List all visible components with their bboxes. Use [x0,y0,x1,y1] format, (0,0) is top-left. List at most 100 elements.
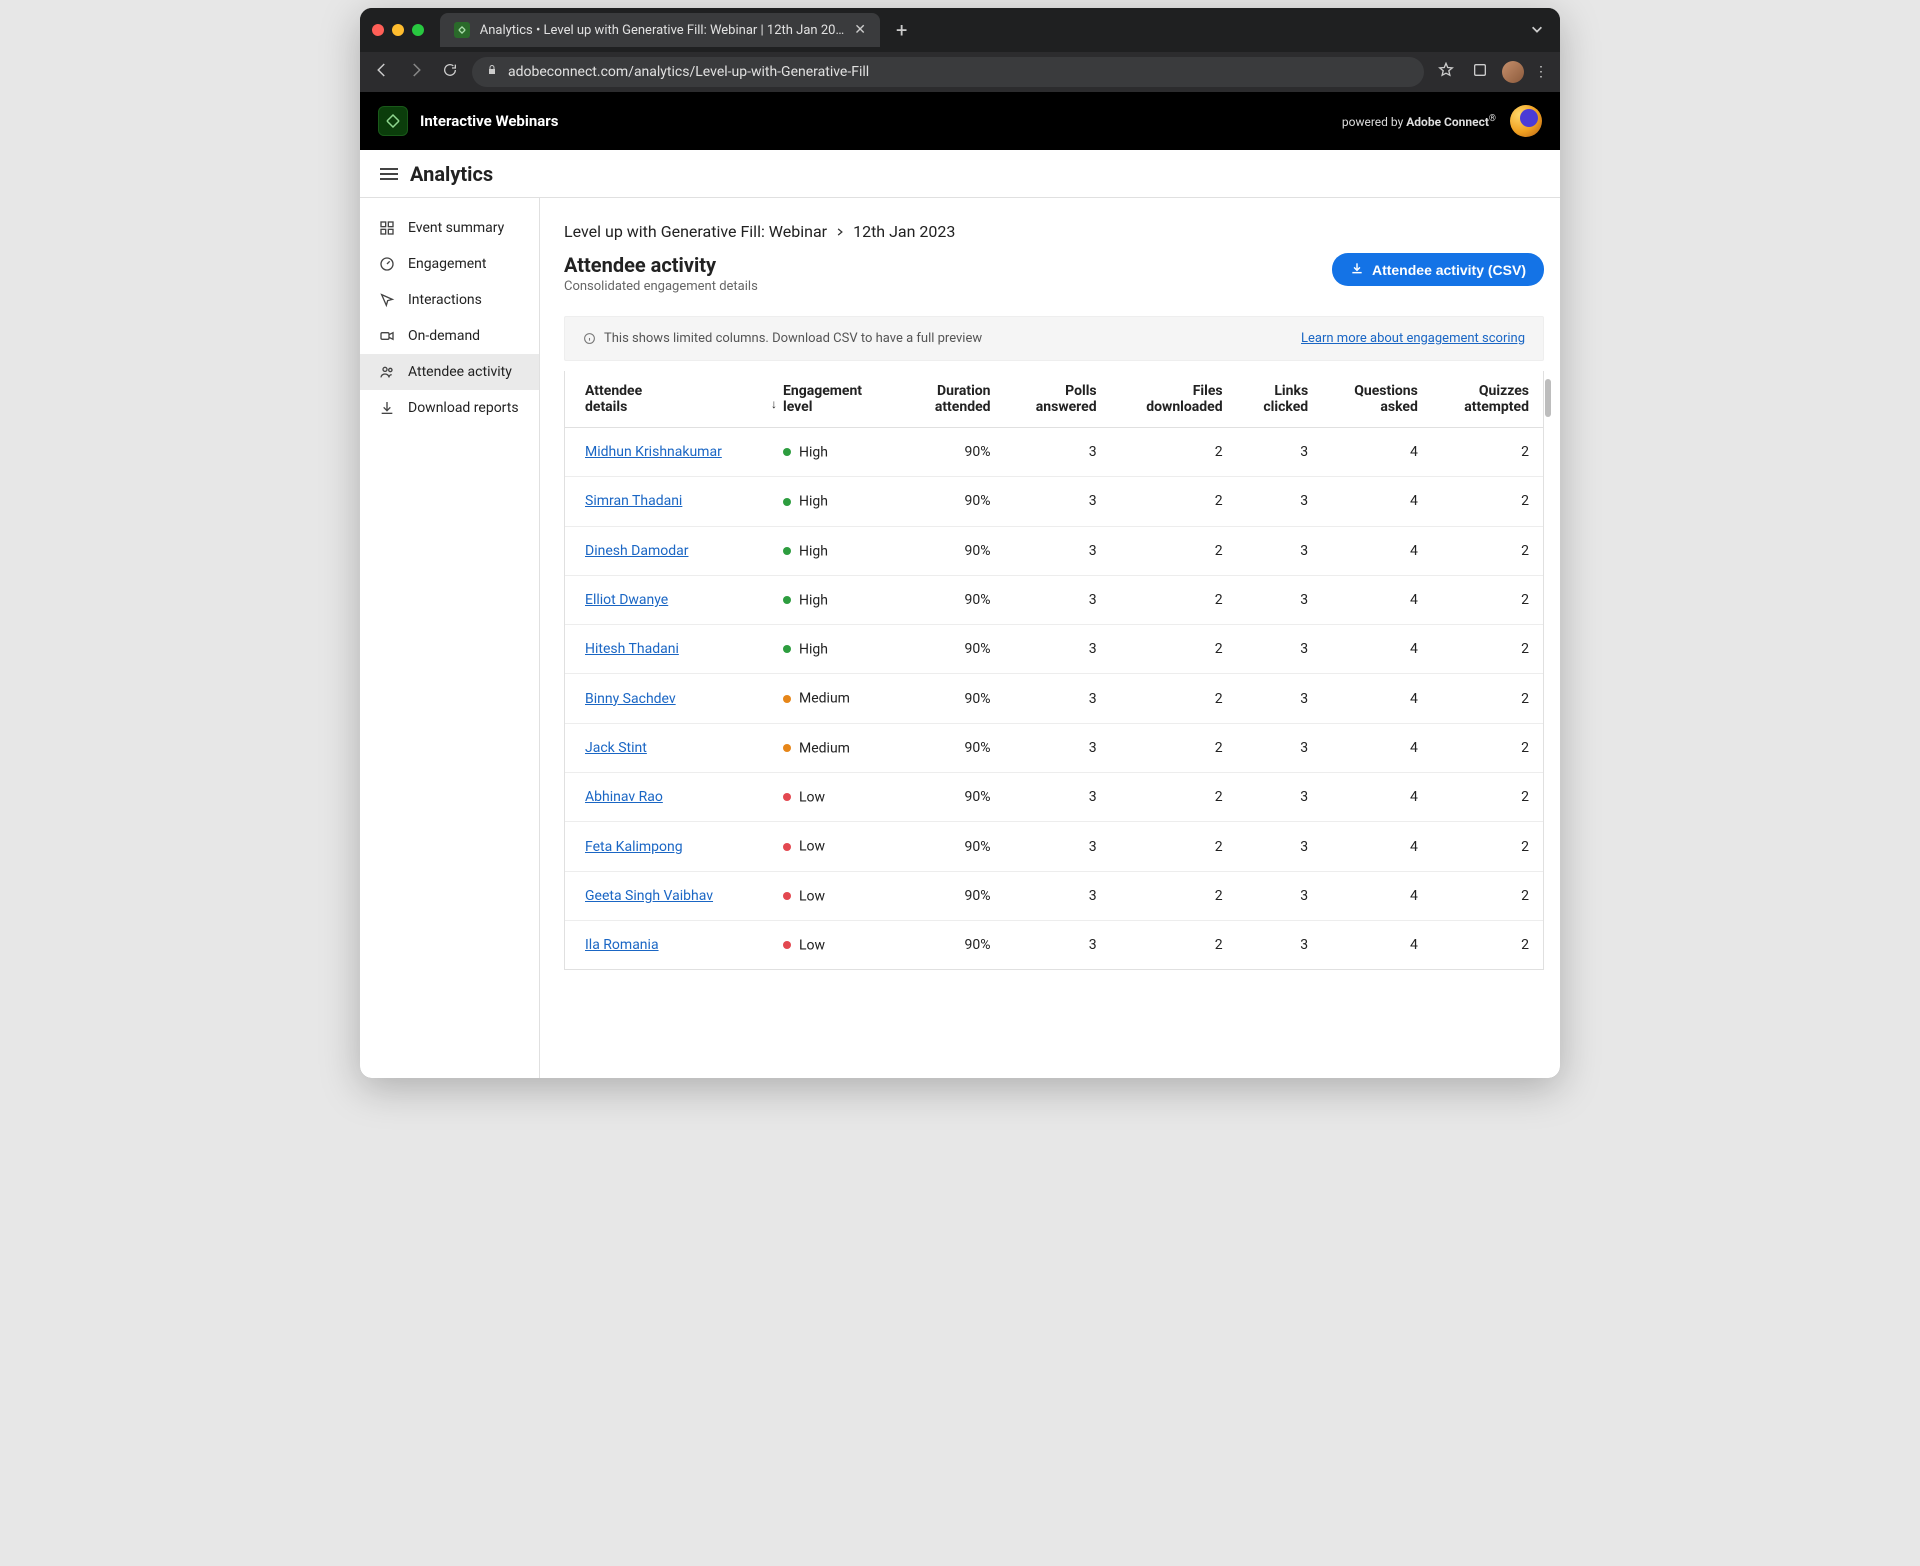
user-avatar[interactable] [1510,105,1542,137]
lock-icon [486,64,498,80]
cell-duration: 90% [905,477,1005,526]
cell-duration: 90% [905,871,1005,920]
table-row: Elliot DwanyeHigh90%32342 [565,575,1543,624]
attendee-link[interactable]: Binny Sachdev [585,691,676,707]
browser-menu-icon[interactable]: ⋮ [1534,64,1550,80]
cell-duration: 90% [905,526,1005,575]
cell-questions: 4 [1322,822,1432,871]
sidebar-item-attendee-activity[interactable]: Attendee activity [360,354,539,390]
grid-icon [378,220,396,236]
download-csv-button[interactable]: Attendee activity (CSV) [1332,253,1544,286]
table-row: Hitesh ThadaniHigh90%32342 [565,625,1543,674]
menu-toggle-icon[interactable] [380,168,398,180]
cell-files: 2 [1111,625,1237,674]
sidebar: Event summary Engagement Interactions On… [360,198,540,1078]
sidebar-item-engagement[interactable]: Engagement [360,246,539,282]
engagement-level: High [799,444,828,460]
engagement-dot-icon [783,793,791,801]
sidebar-item-event-summary[interactable]: Event summary [360,210,539,246]
banner-link[interactable]: Learn more about engagement scoring [1301,331,1525,346]
profile-avatar-icon[interactable] [1502,61,1524,83]
cell-quizzes: 2 [1432,575,1543,624]
cell-duration: 90% [905,822,1005,871]
attendee-link[interactable]: Jack Stint [585,740,647,756]
scrollbar-thumb[interactable] [1545,379,1551,417]
cell-files: 2 [1111,428,1237,477]
sidebar-item-download-reports[interactable]: Download reports [360,390,539,426]
maximize-window-button[interactable] [412,24,424,36]
cell-files: 2 [1111,723,1237,772]
engagement-dot-icon [783,892,791,900]
tab-favicon [454,22,470,38]
breadcrumb: Level up with Generative Fill: Webinar 1… [564,222,1544,241]
attendee-link[interactable]: Midhun Krishnakumar [585,444,722,460]
engagement-level: High [799,592,828,608]
cell-quizzes: 2 [1432,428,1543,477]
address-url: adobeconnect.com/analytics/Level-up-with… [508,64,869,80]
sidebar-item-interactions[interactable]: Interactions [360,282,539,318]
breadcrumb-date: 12th Jan 2023 [853,222,955,241]
close-window-button[interactable] [372,24,384,36]
col-quizzes[interactable]: Quizzesattempted [1432,371,1543,428]
engagement-level: High [799,641,828,657]
attendee-link[interactable]: Abhinav Rao [585,789,663,805]
col-engagement[interactable]: ↓ Engagementlevel [775,371,905,428]
cell-duration: 90% [905,773,1005,822]
engagement-level: High [799,543,828,559]
attendee-link[interactable]: Ila Romania [585,937,659,953]
cell-quizzes: 2 [1432,625,1543,674]
attendee-link[interactable]: Dinesh Damodar [585,543,688,559]
cell-duration: 90% [905,428,1005,477]
cell-links: 3 [1237,428,1323,477]
extensions-icon[interactable] [1468,62,1492,82]
sidebar-item-on-demand[interactable]: On-demand [360,318,539,354]
table-row: Feta KalimpongLow90%32342 [565,822,1543,871]
col-links[interactable]: Linksclicked [1237,371,1323,428]
attendee-link[interactable]: Hitesh Thadani [585,641,679,657]
bookmark-icon[interactable] [1434,62,1458,82]
forward-button[interactable] [404,61,428,83]
attendee-link[interactable]: Geeta Singh Vaibhav [585,888,713,904]
cell-duration: 90% [905,674,1005,723]
browser-tab[interactable]: Analytics • Level up with Generative Fil… [440,13,880,47]
content-body: Event summary Engagement Interactions On… [360,198,1560,1078]
engagement-level: Low [799,789,825,805]
col-polls[interactable]: Pollsanswered [1005,371,1111,428]
col-questions[interactable]: Questionsasked [1322,371,1432,428]
page-title: Analytics [410,162,493,186]
back-button[interactable] [370,61,394,83]
app-logo [378,106,408,136]
engagement-level: High [799,494,828,510]
section-subtitle: Consolidated engagement details [564,279,758,294]
attendee-link[interactable]: Feta Kalimpong [585,839,683,855]
breadcrumb-event[interactable]: Level up with Generative Fill: Webinar [564,222,827,241]
col-attendee[interactable]: Attendeedetails [565,371,775,428]
col-files[interactable]: Filesdownloaded [1111,371,1237,428]
attendee-link[interactable]: Elliot Dwanye [585,592,668,608]
cell-polls: 3 [1005,625,1111,674]
app-header: Interactive Webinars powered by Adobe Co… [360,92,1560,150]
tabs-dropdown-icon[interactable] [1526,18,1548,43]
reload-button[interactable] [438,62,462,82]
page-title-bar: Analytics [360,150,1560,198]
new-tab-button[interactable]: + [890,18,913,42]
cell-questions: 4 [1322,477,1432,526]
cell-quizzes: 2 [1432,674,1543,723]
cell-polls: 3 [1005,477,1111,526]
engagement-dot-icon [783,645,791,653]
cell-polls: 3 [1005,871,1111,920]
cell-quizzes: 2 [1432,526,1543,575]
sidebar-item-label: Attendee activity [408,364,512,380]
minimize-window-button[interactable] [392,24,404,36]
cell-duration: 90% [905,723,1005,772]
col-duration[interactable]: Durationattended [905,371,1005,428]
window-controls [372,24,424,36]
close-tab-icon[interactable]: ✕ [854,22,866,38]
address-bar[interactable]: adobeconnect.com/analytics/Level-up-with… [472,57,1424,87]
sidebar-item-label: Event summary [408,220,504,236]
cell-files: 2 [1111,477,1237,526]
cell-questions: 4 [1322,575,1432,624]
cell-polls: 3 [1005,723,1111,772]
attendee-link[interactable]: Simran Thadani [585,493,682,509]
cell-questions: 4 [1322,625,1432,674]
